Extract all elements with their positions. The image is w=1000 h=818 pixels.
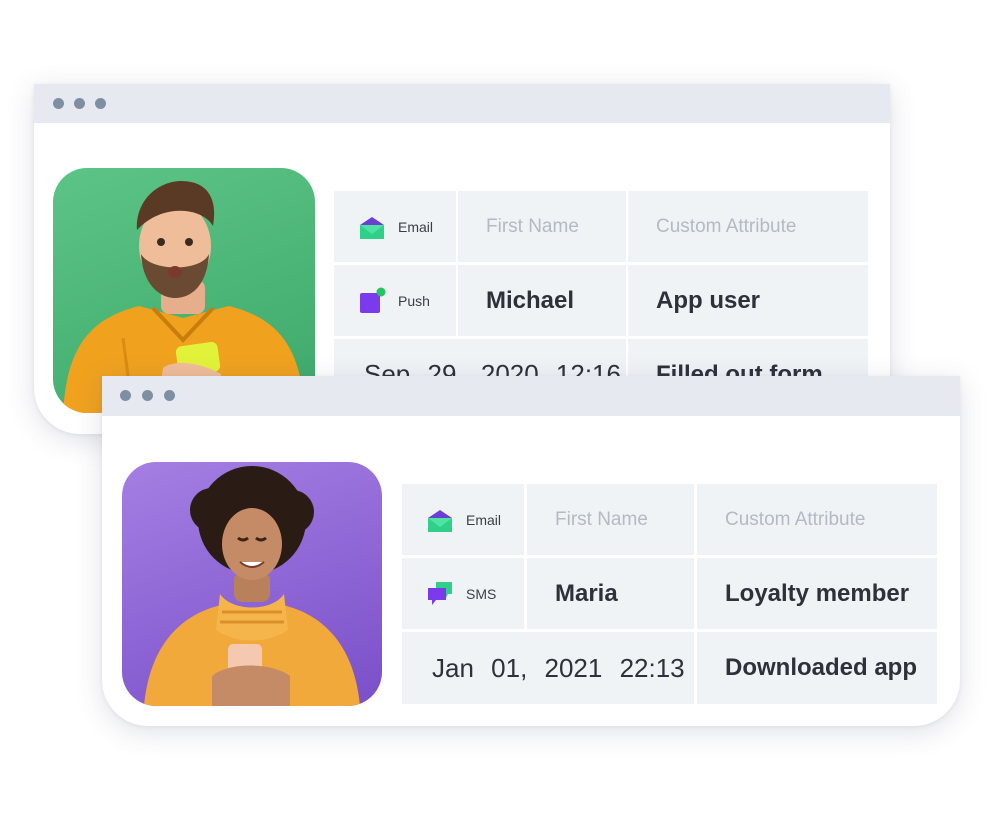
custom-attribute-value: Downloaded app xyxy=(725,654,917,681)
custom-attribute-value: App user xyxy=(656,286,761,314)
first-name-value: Michael xyxy=(486,286,575,314)
custom-attribute-value: Loyalty member xyxy=(725,579,910,607)
channel-cell-push[interactable]: Push xyxy=(334,265,456,336)
woman-with-phone-illustration xyxy=(144,466,360,706)
first-name-placeholder: First Name xyxy=(555,508,648,530)
channel-cell-email[interactable]: Email xyxy=(334,191,456,262)
channel-cell-email[interactable]: Email xyxy=(402,484,524,555)
sms-icon xyxy=(426,580,454,608)
datetime-cell[interactable]: Jan 01, 2021 22:13 xyxy=(402,632,694,704)
custom-attribute-cell[interactable]: Custom Attribute xyxy=(697,484,937,555)
channel-cell-sms[interactable]: SMS xyxy=(402,558,524,629)
datetime-value: Jan 01, 2021 22:13 xyxy=(432,652,685,683)
window-dot-icon xyxy=(164,390,175,401)
window-titlebar xyxy=(34,84,890,123)
channel-label: SMS xyxy=(466,585,497,602)
channel-label: Email xyxy=(398,218,434,235)
window-dot-icon xyxy=(95,98,106,109)
custom-attribute-placeholder: Custom Attribute xyxy=(656,215,797,237)
push-icon xyxy=(358,287,386,315)
custom-attribute-cell[interactable]: Custom Attribute xyxy=(628,191,868,262)
window-titlebar xyxy=(102,376,960,416)
window-dot-icon xyxy=(142,390,153,401)
profile-photo-woman xyxy=(122,462,382,706)
first-name-cell[interactable]: First Name xyxy=(527,484,694,555)
profile-card-maria: Email First Name Custom Attribute SMS Ma… xyxy=(102,376,960,726)
email-icon xyxy=(426,506,454,534)
first-name-value: Maria xyxy=(555,579,618,607)
custom-attribute-cell[interactable]: App user xyxy=(628,265,868,336)
custom-attribute-placeholder: Custom Attribute xyxy=(725,508,866,530)
email-icon xyxy=(358,213,386,241)
first-name-cell[interactable]: Michael xyxy=(458,265,626,336)
window-dot-icon xyxy=(74,98,85,109)
channel-label: Push xyxy=(398,292,430,309)
first-name-placeholder: First Name xyxy=(486,215,579,237)
custom-attribute-cell[interactable]: Loyalty member xyxy=(697,558,937,629)
custom-attribute-cell[interactable]: Downloaded app xyxy=(697,632,937,704)
channel-label: Email xyxy=(466,511,502,528)
window-dot-icon xyxy=(120,390,131,401)
first-name-cell[interactable]: First Name xyxy=(458,191,626,262)
window-dot-icon xyxy=(53,98,64,109)
first-name-cell[interactable]: Maria xyxy=(527,558,694,629)
